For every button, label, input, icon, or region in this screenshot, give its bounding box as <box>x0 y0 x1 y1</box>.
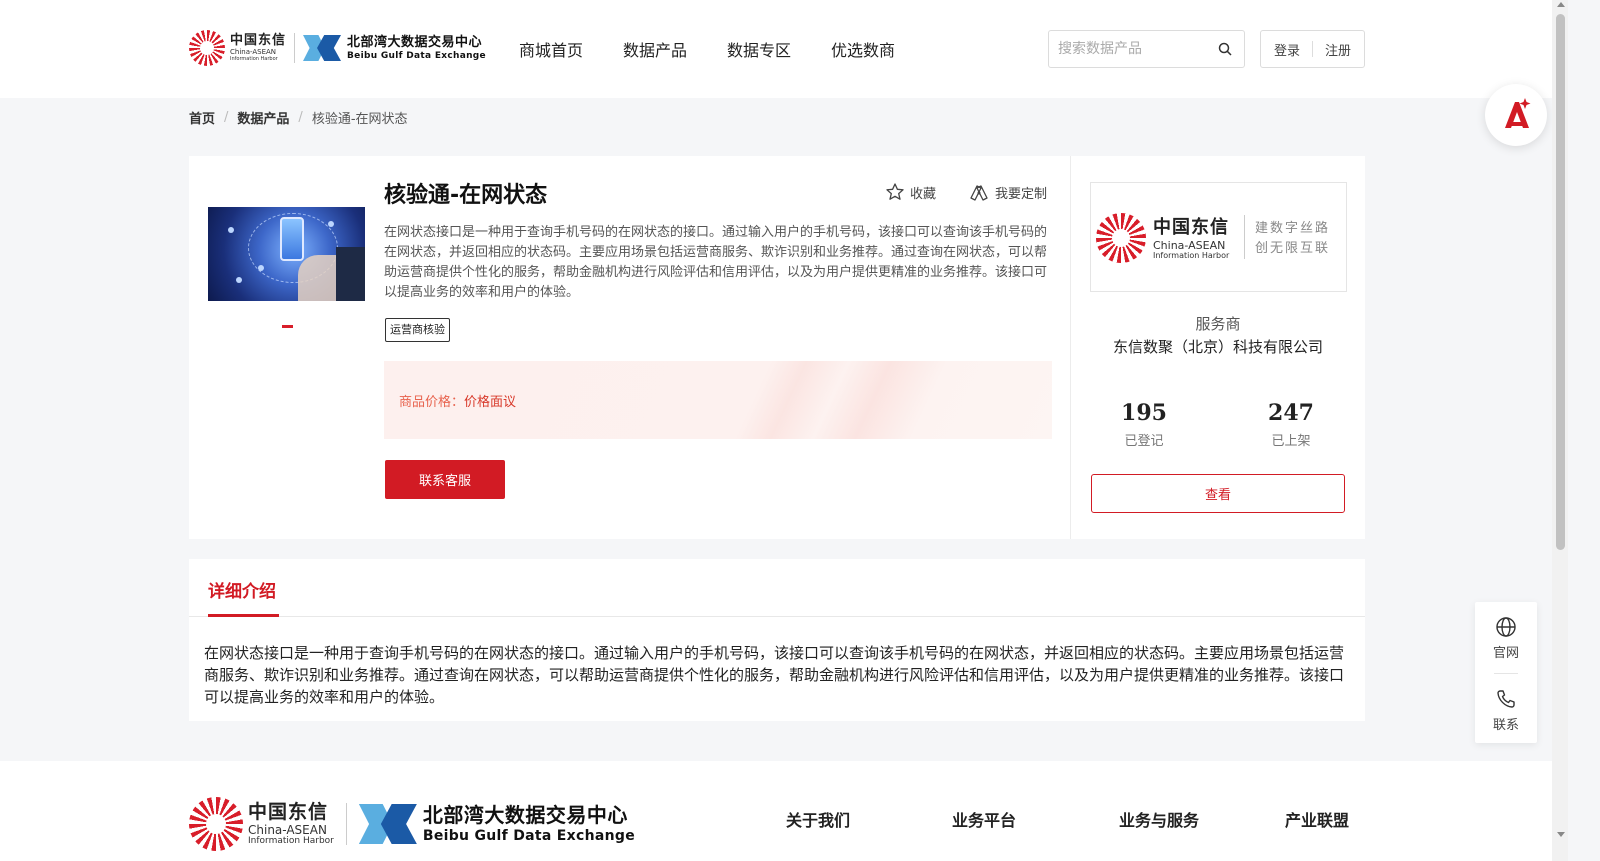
footer-nav-services[interactable]: 业务与服务 <box>1119 807 1199 831</box>
tab-divider <box>189 616 1365 617</box>
footer-beibu-gulf-logo-text: 北部湾大数据交易中心 Beibu Gulf Data Exchange <box>422 803 635 844</box>
customize-label: 我要定制 <box>995 186 1048 202</box>
provider-name: 东信数聚（北京）科技有限公司 <box>1112 338 1323 356</box>
view-provider-button[interactable]: 查看 <box>1091 474 1345 513</box>
phone-icon <box>1497 690 1515 708</box>
scroll-down-arrow[interactable] <box>1557 832 1565 837</box>
provider-logo[interactable]: 中国东信 China-ASEAN Information Harbor 建数字丝… <box>1090 182 1347 292</box>
side-divider <box>1494 673 1518 674</box>
scrollbar-thumb[interactable] <box>1556 14 1565 550</box>
footer-nav-alliance[interactable]: 产业联盟 <box>1285 807 1349 831</box>
site-footer: 中国东信 China-ASEAN Information Harbor 北部湾大… <box>0 761 1568 861</box>
auth-divider <box>1312 41 1313 57</box>
product-card: 核验通-在网状态 收藏 我要定制 在网状态接口是一种用于查询手机号码的在网状态的… <box>189 156 1365 539</box>
site-header: 中国东信 China-ASEAN Information Harbor 北部湾大… <box>0 0 1568 98</box>
stat-listed-value: 247 <box>1268 400 1314 426</box>
breadcrumb-separator: / <box>224 110 229 125</box>
website-link[interactable]: 官网 <box>1475 616 1537 661</box>
image-carousel-indicator[interactable] <box>282 325 293 328</box>
site-logo[interactable]: 中国东信 China-ASEAN Information Harbor 北部湾大… <box>189 28 486 68</box>
side-toolbar: 官网 联系 <box>1475 602 1537 743</box>
price-row: 商品价格：价格面议 <box>399 391 516 410</box>
footer-nav-about[interactable]: 关于我们 <box>786 807 850 831</box>
footer-logo-divider <box>345 803 347 845</box>
stat-registered-label: 已登记 <box>1124 434 1164 449</box>
nav-preferred-merchants[interactable]: 优选数商 <box>831 37 895 61</box>
detail-text: 在网状态接口是一种用于查询手机号码的在网状态的接口。通过输入用户的手机号码，该接… <box>204 644 1345 706</box>
breadcrumb-home[interactable]: 首页 <box>189 108 215 127</box>
scroll-up-arrow[interactable] <box>1557 2 1565 7</box>
stat-listed: 247 已上架 <box>1241 400 1341 449</box>
login-button[interactable]: 登录 <box>1274 40 1300 59</box>
beibu-gulf-logo-mark <box>303 33 342 63</box>
globe-icon <box>1496 617 1516 637</box>
footer-logo[interactable]: 中国东信 China-ASEAN Information Harbor 北部湾大… <box>189 797 635 851</box>
product-tag[interactable]: 运营商核验 <box>385 318 450 342</box>
footer-china-asean-logo-text: 中国东信 China-ASEAN Information Harbor <box>248 800 334 846</box>
footer-china-asean-logo-mark <box>189 797 243 851</box>
ai-assistant-icon <box>1505 98 1531 128</box>
provider-slogan: 建数字丝路 创无限互联 <box>1255 221 1331 256</box>
product-description: 在网状态接口是一种用于查询手机号码的在网状态的接口。通过输入用户的手机号码，该接… <box>384 225 1048 300</box>
customize-icon <box>970 185 988 201</box>
nav-data-zone[interactable]: 数据专区 <box>727 37 791 61</box>
provider-logo-text: 中国东信 China-ASEAN Information Harbor <box>1153 217 1230 260</box>
active-tab-indicator <box>208 614 279 617</box>
logo-divider <box>294 33 296 63</box>
stat-registered: 195 已登记 <box>1094 400 1194 449</box>
beibu-gulf-logo-text: 北部湾大数据交易中心 Beibu Gulf Data Exchange <box>347 34 486 61</box>
detail-card: 详细介绍 在网状态接口是一种用于查询手机号码的在网状态的接口。通过输入用户的手机… <box>189 559 1365 721</box>
breadcrumb-category[interactable]: 数据产品 <box>237 108 289 127</box>
customize-button[interactable]: 我要定制 <box>968 182 1047 202</box>
register-button[interactable]: 注册 <box>1325 40 1351 59</box>
price-value: 价格面议 <box>464 395 517 410</box>
favorite-label: 收藏 <box>910 186 937 202</box>
search-icon[interactable] <box>1218 42 1232 56</box>
footer-nav-platform[interactable]: 业务平台 <box>952 807 1016 831</box>
breadcrumb-separator: / <box>298 110 303 125</box>
price-label: 商品价格： <box>399 395 465 410</box>
auth-box: 登录 注册 <box>1260 30 1365 68</box>
breadcrumb: 首页 / 数据产品 / 核验通-在网状态 <box>189 108 408 127</box>
china-asean-logo-text: 中国东信 China-ASEAN Information Harbor <box>230 33 287 62</box>
search-box <box>1048 30 1245 68</box>
product-image[interactable] <box>208 207 365 301</box>
nav-mall-home[interactable]: 商城首页 <box>519 37 583 61</box>
favorite-button[interactable]: 收藏 <box>885 182 936 202</box>
provider-logo-mark <box>1096 213 1146 263</box>
contact-service-button[interactable]: 联系客服 <box>385 460 505 499</box>
ai-assistant-button[interactable] <box>1485 84 1547 146</box>
provider-role: 服务商 <box>1195 315 1241 333</box>
star-icon <box>886 183 904 200</box>
search-input[interactable] <box>1058 39 1208 59</box>
china-asean-logo-mark <box>189 30 225 66</box>
main-nav: 商城首页 数据产品 数据专区 优选数商 <box>519 37 895 61</box>
nav-data-products[interactable]: 数据产品 <box>623 37 687 61</box>
price-box: 商品价格：价格面议 <box>384 361 1052 439</box>
website-label: 官网 <box>1492 646 1519 661</box>
footer-beibu-gulf-logo-mark <box>358 803 417 845</box>
breadcrumb-current: 核验通-在网状态 <box>311 112 408 127</box>
contact-link[interactable]: 联系 <box>1475 688 1537 733</box>
tab-detail-intro[interactable]: 详细介绍 <box>208 577 276 602</box>
contact-label: 联系 <box>1492 718 1519 733</box>
stat-listed-label: 已上架 <box>1271 434 1311 449</box>
product-title: 核验通-在网状态 <box>384 183 548 208</box>
stat-registered-value: 195 <box>1121 400 1167 426</box>
